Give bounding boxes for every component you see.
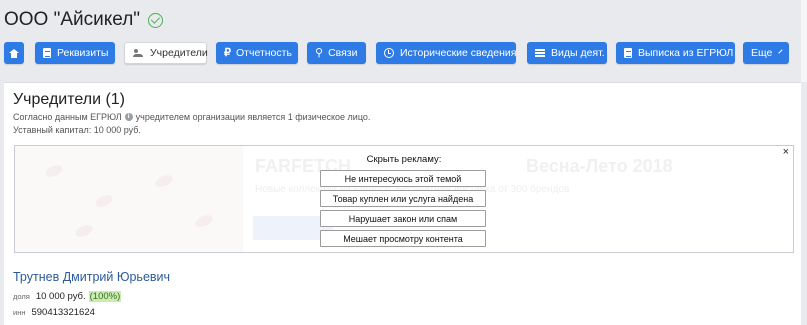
share-value: 10 000 руб.	[35, 291, 86, 302]
company-title: ООО "Айсикел"	[4, 9, 164, 31]
ad-option-not-interested[interactable]: Не интересуюсь этой темой	[320, 170, 486, 187]
activities-label: Виды деят.	[551, 47, 605, 59]
founder-inn: инн 590413321624	[13, 307, 95, 318]
users-icon	[133, 49, 144, 57]
founders-tab[interactable]: Учредители	[124, 42, 208, 64]
check-circle-icon	[148, 12, 164, 28]
requisites-label: Реквизиты	[57, 47, 109, 59]
home-icon	[9, 48, 19, 58]
ad-shape	[153, 172, 175, 190]
links-label: Связи	[328, 47, 358, 59]
source-note: Согласно данным ЕГРЮЛ i учредителем орга…	[13, 112, 370, 122]
egrul-extract-button[interactable]: Выписка из ЕГРЮЛ	[616, 42, 735, 64]
ad-shape	[193, 212, 215, 230]
reports-label: Отчетность	[236, 47, 292, 59]
founders-tab-label: Учредители	[150, 47, 208, 59]
ad-option-violates-law[interactable]: Нарушает закон или спам	[320, 210, 486, 227]
history-icon	[384, 48, 394, 58]
share-percent-badge: (100%)	[88, 291, 122, 302]
list-icon	[535, 49, 545, 57]
section-title: Учредители (1)	[13, 91, 126, 108]
chevron-down-icon	[778, 49, 783, 54]
more-dropdown[interactable]: Еще	[743, 42, 789, 64]
ad-option-already-bought[interactable]: Товар куплен или услуга найдена	[320, 190, 486, 207]
ad-shape	[73, 222, 95, 240]
document-icon	[43, 48, 51, 58]
founder-name-link[interactable]: Трутнев Дмитрий Юрьевич	[13, 270, 170, 284]
authorized-capital: Уставный капитал: 10 000 руб.	[13, 125, 141, 135]
ad-option-obstructs-content[interactable]: Мешает просмотру контента	[320, 230, 486, 247]
document-icon	[624, 48, 632, 58]
egrul-extract-label: Выписка из ЕГРЮЛ	[638, 47, 734, 59]
ad-block: FARFETCH Весна-Лето 2018 Новые коллекции…	[14, 145, 794, 253]
requisites-button[interactable]: Реквизиты	[35, 42, 115, 64]
ad-shape	[43, 162, 65, 180]
ad-shape	[93, 192, 115, 210]
history-label: Исторические сведения	[400, 47, 517, 59]
reports-button[interactable]: ₽ Отчетность	[216, 42, 298, 64]
link-icon: ⚲	[315, 46, 324, 59]
company-name: ООО "Айсикел"	[4, 9, 141, 30]
founders-panel: Учредители (1) Согласно данным ЕГРЮЛ i у…	[4, 82, 801, 325]
share-label: доля	[13, 292, 30, 301]
home-button[interactable]	[4, 42, 24, 64]
source-prefix: Согласно данным ЕГРЮЛ	[13, 112, 122, 122]
info-icon[interactable]: i	[124, 113, 133, 121]
source-suffix: учредителем организации является 1 физич…	[135, 112, 371, 122]
more-label: Еще	[751, 47, 773, 59]
activities-button[interactable]: Виды деят.	[527, 42, 607, 64]
founder-share: доля 10 000 руб. (100%)	[13, 291, 122, 302]
history-button[interactable]: Исторические сведения	[376, 42, 516, 64]
ad-hide-label: Скрыть рекламу:	[366, 154, 442, 165]
scrollbar-track[interactable]	[801, 0, 807, 82]
ruble-icon: ₽	[224, 46, 231, 59]
links-button[interactable]: ⚲ Связи	[307, 42, 366, 64]
header-area: ООО "Айсикел" Реквизиты Учредители ₽ Отч…	[0, 0, 807, 82]
inn-value: 590413321624	[31, 307, 95, 318]
inn-label: инн	[13, 308, 26, 317]
